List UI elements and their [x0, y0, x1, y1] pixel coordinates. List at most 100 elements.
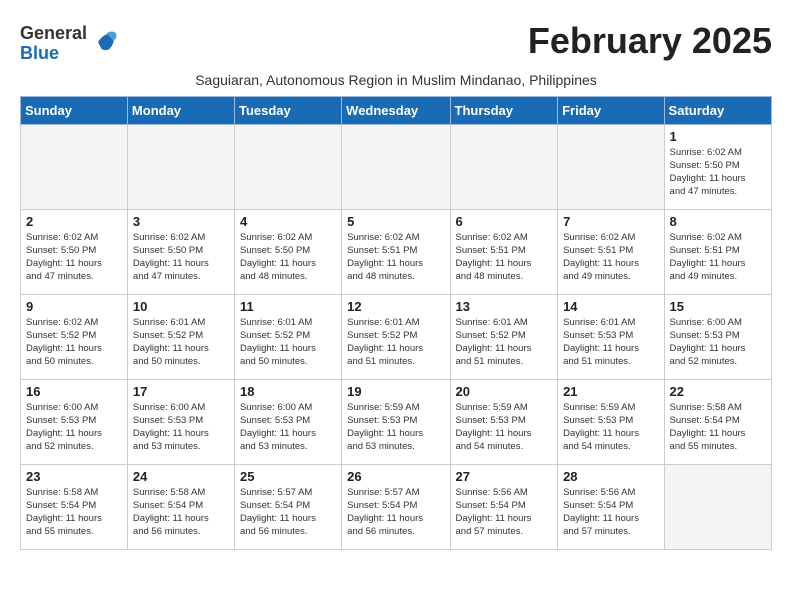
- calendar-header-monday: Monday: [127, 96, 234, 124]
- day-info: Sunrise: 5:59 AM Sunset: 5:53 PM Dayligh…: [563, 401, 658, 454]
- day-number: 8: [670, 214, 766, 229]
- calendar-day-cell: [234, 124, 341, 209]
- subtitle: Saguiaran, Autonomous Region in Muslim M…: [20, 72, 772, 88]
- day-number: 5: [347, 214, 444, 229]
- logo-general: General: [20, 24, 87, 44]
- day-number: 24: [133, 469, 229, 484]
- day-info: Sunrise: 6:02 AM Sunset: 5:50 PM Dayligh…: [133, 231, 229, 284]
- calendar-day-cell: 11 Sunrise: 6:01 AM Sunset: 5:52 PM Dayli…: [234, 294, 341, 379]
- calendar-header-tuesday: Tuesday: [234, 96, 341, 124]
- calendar-header-wednesday: Wednesday: [342, 96, 450, 124]
- day-info: Sunrise: 5:57 AM Sunset: 5:54 PM Dayligh…: [347, 486, 444, 539]
- calendar-day-cell: 24 Sunrise: 5:58 AM Sunset: 5:54 PM Dayli…: [127, 464, 234, 549]
- calendar-day-cell: 19 Sunrise: 5:59 AM Sunset: 5:53 PM Dayli…: [342, 379, 450, 464]
- day-info: Sunrise: 6:00 AM Sunset: 5:53 PM Dayligh…: [240, 401, 336, 454]
- day-info: Sunrise: 5:56 AM Sunset: 5:54 PM Dayligh…: [563, 486, 658, 539]
- day-info: Sunrise: 6:01 AM Sunset: 5:52 PM Dayligh…: [240, 316, 336, 369]
- calendar-header-saturday: Saturday: [664, 96, 771, 124]
- calendar-week-row: 9 Sunrise: 6:02 AM Sunset: 5:52 PM Daylig…: [21, 294, 772, 379]
- calendar-day-cell: 3 Sunrise: 6:02 AM Sunset: 5:50 PM Daylig…: [127, 209, 234, 294]
- calendar-day-cell: 17 Sunrise: 6:00 AM Sunset: 5:53 PM Dayli…: [127, 379, 234, 464]
- calendar-day-cell: 23 Sunrise: 5:58 AM Sunset: 5:54 PM Dayli…: [21, 464, 128, 549]
- day-number: 6: [456, 214, 553, 229]
- calendar-header-sunday: Sunday: [21, 96, 128, 124]
- month-title: February 2025: [528, 20, 772, 62]
- day-number: 23: [26, 469, 122, 484]
- calendar-day-cell: 25 Sunrise: 5:57 AM Sunset: 5:54 PM Dayli…: [234, 464, 341, 549]
- day-number: 10: [133, 299, 229, 314]
- day-info: Sunrise: 5:58 AM Sunset: 5:54 PM Dayligh…: [670, 401, 766, 454]
- day-number: 28: [563, 469, 658, 484]
- day-info: Sunrise: 6:02 AM Sunset: 5:50 PM Dayligh…: [240, 231, 336, 284]
- day-info: Sunrise: 6:01 AM Sunset: 5:52 PM Dayligh…: [347, 316, 444, 369]
- calendar-day-cell: [558, 124, 664, 209]
- calendar-day-cell: 26 Sunrise: 5:57 AM Sunset: 5:54 PM Dayli…: [342, 464, 450, 549]
- day-info: Sunrise: 6:02 AM Sunset: 5:51 PM Dayligh…: [670, 231, 766, 284]
- calendar-week-row: 1 Sunrise: 6:02 AM Sunset: 5:50 PM Daylig…: [21, 124, 772, 209]
- day-info: Sunrise: 6:02 AM Sunset: 5:51 PM Dayligh…: [347, 231, 444, 284]
- day-info: Sunrise: 5:59 AM Sunset: 5:53 PM Dayligh…: [347, 401, 444, 454]
- day-info: Sunrise: 6:02 AM Sunset: 5:51 PM Dayligh…: [563, 231, 658, 284]
- day-info: Sunrise: 5:57 AM Sunset: 5:54 PM Dayligh…: [240, 486, 336, 539]
- calendar-header-friday: Friday: [558, 96, 664, 124]
- day-info: Sunrise: 5:58 AM Sunset: 5:54 PM Dayligh…: [133, 486, 229, 539]
- calendar-day-cell: 5 Sunrise: 6:02 AM Sunset: 5:51 PM Daylig…: [342, 209, 450, 294]
- calendar-day-cell: 14 Sunrise: 6:01 AM Sunset: 5:53 PM Dayli…: [558, 294, 664, 379]
- calendar-day-cell: [664, 464, 771, 549]
- calendar-day-cell: 15 Sunrise: 6:00 AM Sunset: 5:53 PM Dayli…: [664, 294, 771, 379]
- calendar: SundayMondayTuesdayWednesdayThursdayFrid…: [20, 96, 772, 550]
- calendar-day-cell: [21, 124, 128, 209]
- day-number: 11: [240, 299, 336, 314]
- day-number: 27: [456, 469, 553, 484]
- calendar-day-cell: 12 Sunrise: 6:01 AM Sunset: 5:52 PM Dayli…: [342, 294, 450, 379]
- calendar-day-cell: 1 Sunrise: 6:02 AM Sunset: 5:50 PM Daylig…: [664, 124, 771, 209]
- calendar-day-cell: 10 Sunrise: 6:01 AM Sunset: 5:52 PM Dayli…: [127, 294, 234, 379]
- day-info: Sunrise: 6:01 AM Sunset: 5:53 PM Dayligh…: [563, 316, 658, 369]
- day-number: 3: [133, 214, 229, 229]
- day-info: Sunrise: 6:00 AM Sunset: 5:53 PM Dayligh…: [670, 316, 766, 369]
- day-info: Sunrise: 5:59 AM Sunset: 5:53 PM Dayligh…: [456, 401, 553, 454]
- day-number: 4: [240, 214, 336, 229]
- day-number: 16: [26, 384, 122, 399]
- day-number: 17: [133, 384, 229, 399]
- day-info: Sunrise: 6:02 AM Sunset: 5:52 PM Dayligh…: [26, 316, 122, 369]
- day-number: 14: [563, 299, 658, 314]
- day-number: 1: [670, 129, 766, 144]
- day-number: 19: [347, 384, 444, 399]
- calendar-day-cell: 4 Sunrise: 6:02 AM Sunset: 5:50 PM Daylig…: [234, 209, 341, 294]
- day-info: Sunrise: 5:58 AM Sunset: 5:54 PM Dayligh…: [26, 486, 122, 539]
- day-number: 18: [240, 384, 336, 399]
- day-number: 9: [26, 299, 122, 314]
- calendar-day-cell: 18 Sunrise: 6:00 AM Sunset: 5:53 PM Dayli…: [234, 379, 341, 464]
- calendar-week-row: 23 Sunrise: 5:58 AM Sunset: 5:54 PM Dayli…: [21, 464, 772, 549]
- calendar-day-cell: [127, 124, 234, 209]
- calendar-day-cell: 6Sunrise: 6:02 AM Sunset: 5:51 PM Daylig…: [450, 209, 558, 294]
- day-number: 7: [563, 214, 658, 229]
- day-info: Sunrise: 6:02 AM Sunset: 5:50 PM Dayligh…: [670, 146, 766, 199]
- day-number: 22: [670, 384, 766, 399]
- day-number: 25: [240, 469, 336, 484]
- title-block: February 2025: [528, 20, 772, 62]
- day-number: 12: [347, 299, 444, 314]
- calendar-day-cell: 8 Sunrise: 6:02 AM Sunset: 5:51 PM Daylig…: [664, 209, 771, 294]
- calendar-day-cell: [342, 124, 450, 209]
- page-header: General Blue February 2025: [20, 20, 772, 64]
- day-info: Sunrise: 6:01 AM Sunset: 5:52 PM Dayligh…: [133, 316, 229, 369]
- day-info: Sunrise: 6:00 AM Sunset: 5:53 PM Dayligh…: [133, 401, 229, 454]
- logo-icon: [91, 28, 119, 56]
- calendar-week-row: 16 Sunrise: 6:00 AM Sunset: 5:53 PM Dayli…: [21, 379, 772, 464]
- calendar-day-cell: 20 Sunrise: 5:59 AM Sunset: 5:53 PM Dayli…: [450, 379, 558, 464]
- calendar-header-thursday: Thursday: [450, 96, 558, 124]
- day-number: 26: [347, 469, 444, 484]
- day-number: 21: [563, 384, 658, 399]
- day-number: 15: [670, 299, 766, 314]
- day-number: 2: [26, 214, 122, 229]
- calendar-day-cell: 16Sunrise: 6:00 AM Sunset: 5:53 PM Dayli…: [21, 379, 128, 464]
- calendar-day-cell: 2 Sunrise: 6:02 AM Sunset: 5:50 PM Daylig…: [21, 209, 128, 294]
- day-info: Sunrise: 5:56 AM Sunset: 5:54 PM Dayligh…: [456, 486, 553, 539]
- day-number: 20: [456, 384, 553, 399]
- logo: General Blue: [20, 24, 119, 64]
- calendar-day-cell: 22 Sunrise: 5:58 AM Sunset: 5:54 PM Dayli…: [664, 379, 771, 464]
- calendar-day-cell: 27 Sunrise: 5:56 AM Sunset: 5:54 PM Dayli…: [450, 464, 558, 549]
- day-info: Sunrise: 6:02 AM Sunset: 5:50 PM Dayligh…: [26, 231, 122, 284]
